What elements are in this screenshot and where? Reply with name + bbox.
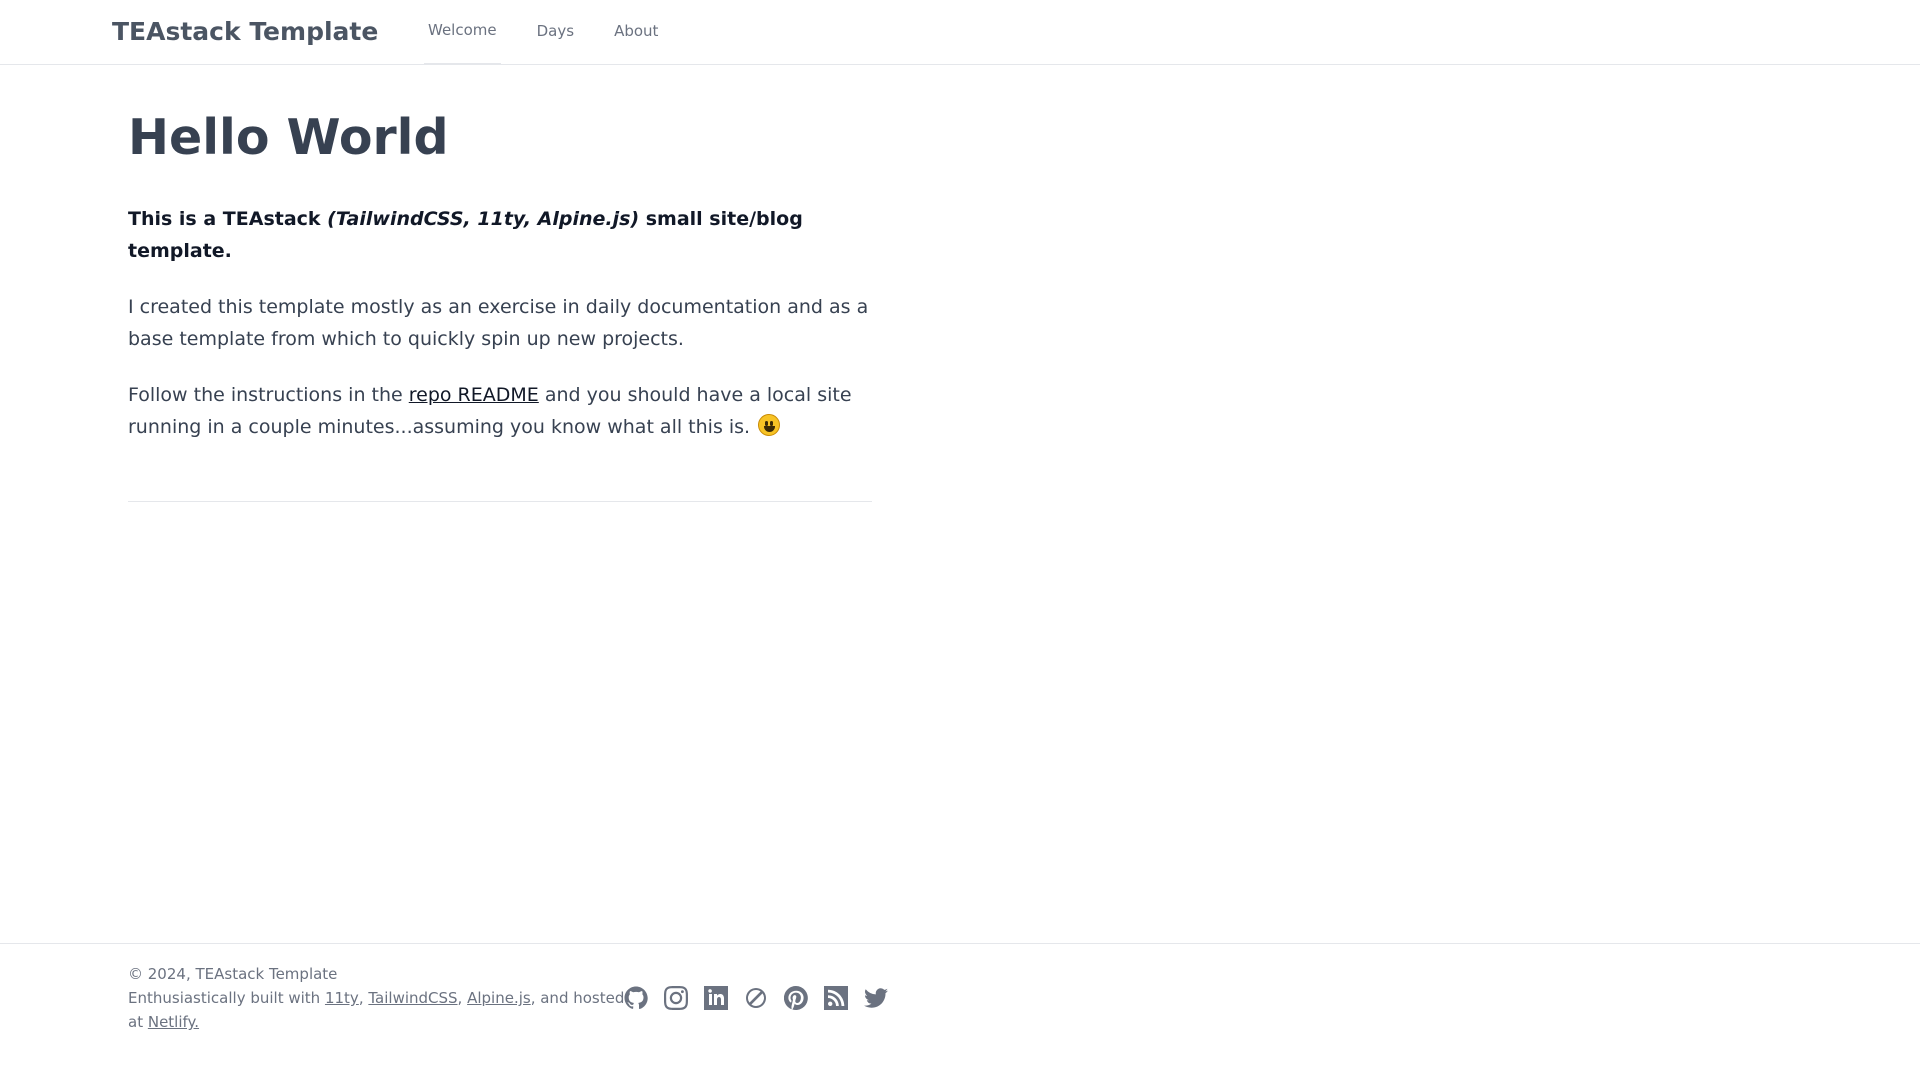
twitter-link[interactable] bbox=[862, 984, 890, 1012]
pinterest-icon bbox=[784, 986, 808, 1010]
lead-prefix: This is a TEAstack bbox=[128, 208, 328, 230]
instagram-link[interactable] bbox=[662, 984, 690, 1012]
main-nav: Welcome Days About bbox=[424, 0, 694, 65]
social-links bbox=[622, 984, 902, 1012]
nav-item-label: Welcome bbox=[428, 21, 497, 39]
main-content: Hello World This is a TEAstack (Tailwind… bbox=[128, 65, 872, 502]
nav-item-label: Days bbox=[536, 22, 575, 40]
lead-emphasis: (TailwindCSS, 11ty, Alpine.js) bbox=[327, 208, 640, 230]
linkedin-icon bbox=[704, 986, 728, 1010]
brand-link[interactable]: TEAstack Template bbox=[112, 16, 378, 48]
rss-link[interactable] bbox=[822, 984, 850, 1012]
copyright-text: © 2024, TEAstack Template bbox=[128, 965, 338, 983]
intro-paragraph: I created this template mostly as an exe… bbox=[128, 296, 869, 350]
built-prefix: Enthusiastically built with bbox=[128, 989, 325, 1007]
nav-item-about[interactable]: About bbox=[610, 0, 662, 65]
pinterest-link[interactable] bbox=[782, 984, 810, 1012]
smiley-emoji-icon bbox=[758, 414, 781, 436]
page: TEAstack Template Welcome Days About Hel… bbox=[0, 0, 1920, 1080]
content-divider bbox=[128, 501, 872, 502]
twitter-icon bbox=[864, 988, 888, 1008]
eleventy-link[interactable]: 11ty bbox=[325, 989, 359, 1007]
nav-item-label: About bbox=[614, 22, 659, 40]
codepen-link[interactable] bbox=[742, 984, 770, 1012]
built-with-text: Enthusiastically built with 11ty, Tailwi… bbox=[128, 989, 625, 1031]
lead-paragraph: This is a TEAstack (TailwindCSS, 11ty, A… bbox=[128, 203, 872, 267]
site-footer: © 2024, TEAstack Template Enthusiastical… bbox=[0, 943, 1920, 1080]
rss-icon bbox=[824, 986, 848, 1010]
instructions-paragraph: Follow the instructions in the repo READ… bbox=[128, 379, 872, 443]
alpinejs-link[interactable]: Alpine.js bbox=[467, 989, 531, 1007]
page-title: Hello World bbox=[128, 109, 449, 166]
instructions-before: Follow the instructions in the bbox=[128, 384, 409, 406]
github-icon bbox=[624, 986, 648, 1010]
tailwindcss-link[interactable]: TailwindCSS bbox=[368, 989, 457, 1007]
nav-item-days[interactable]: Days bbox=[533, 0, 578, 65]
repo-readme-link[interactable]: repo README bbox=[409, 384, 539, 406]
site-header: TEAstack Template Welcome Days About bbox=[0, 0, 1920, 65]
nav-item-welcome[interactable]: Welcome bbox=[424, 0, 501, 65]
github-link[interactable] bbox=[622, 984, 650, 1012]
netlify-link[interactable]: Netlify. bbox=[148, 1013, 199, 1031]
instagram-icon bbox=[664, 986, 688, 1010]
linkedin-link[interactable] bbox=[702, 984, 730, 1012]
codepen-icon bbox=[746, 988, 766, 1008]
footer-text: © 2024, TEAstack Template Enthusiastical… bbox=[128, 962, 628, 1034]
